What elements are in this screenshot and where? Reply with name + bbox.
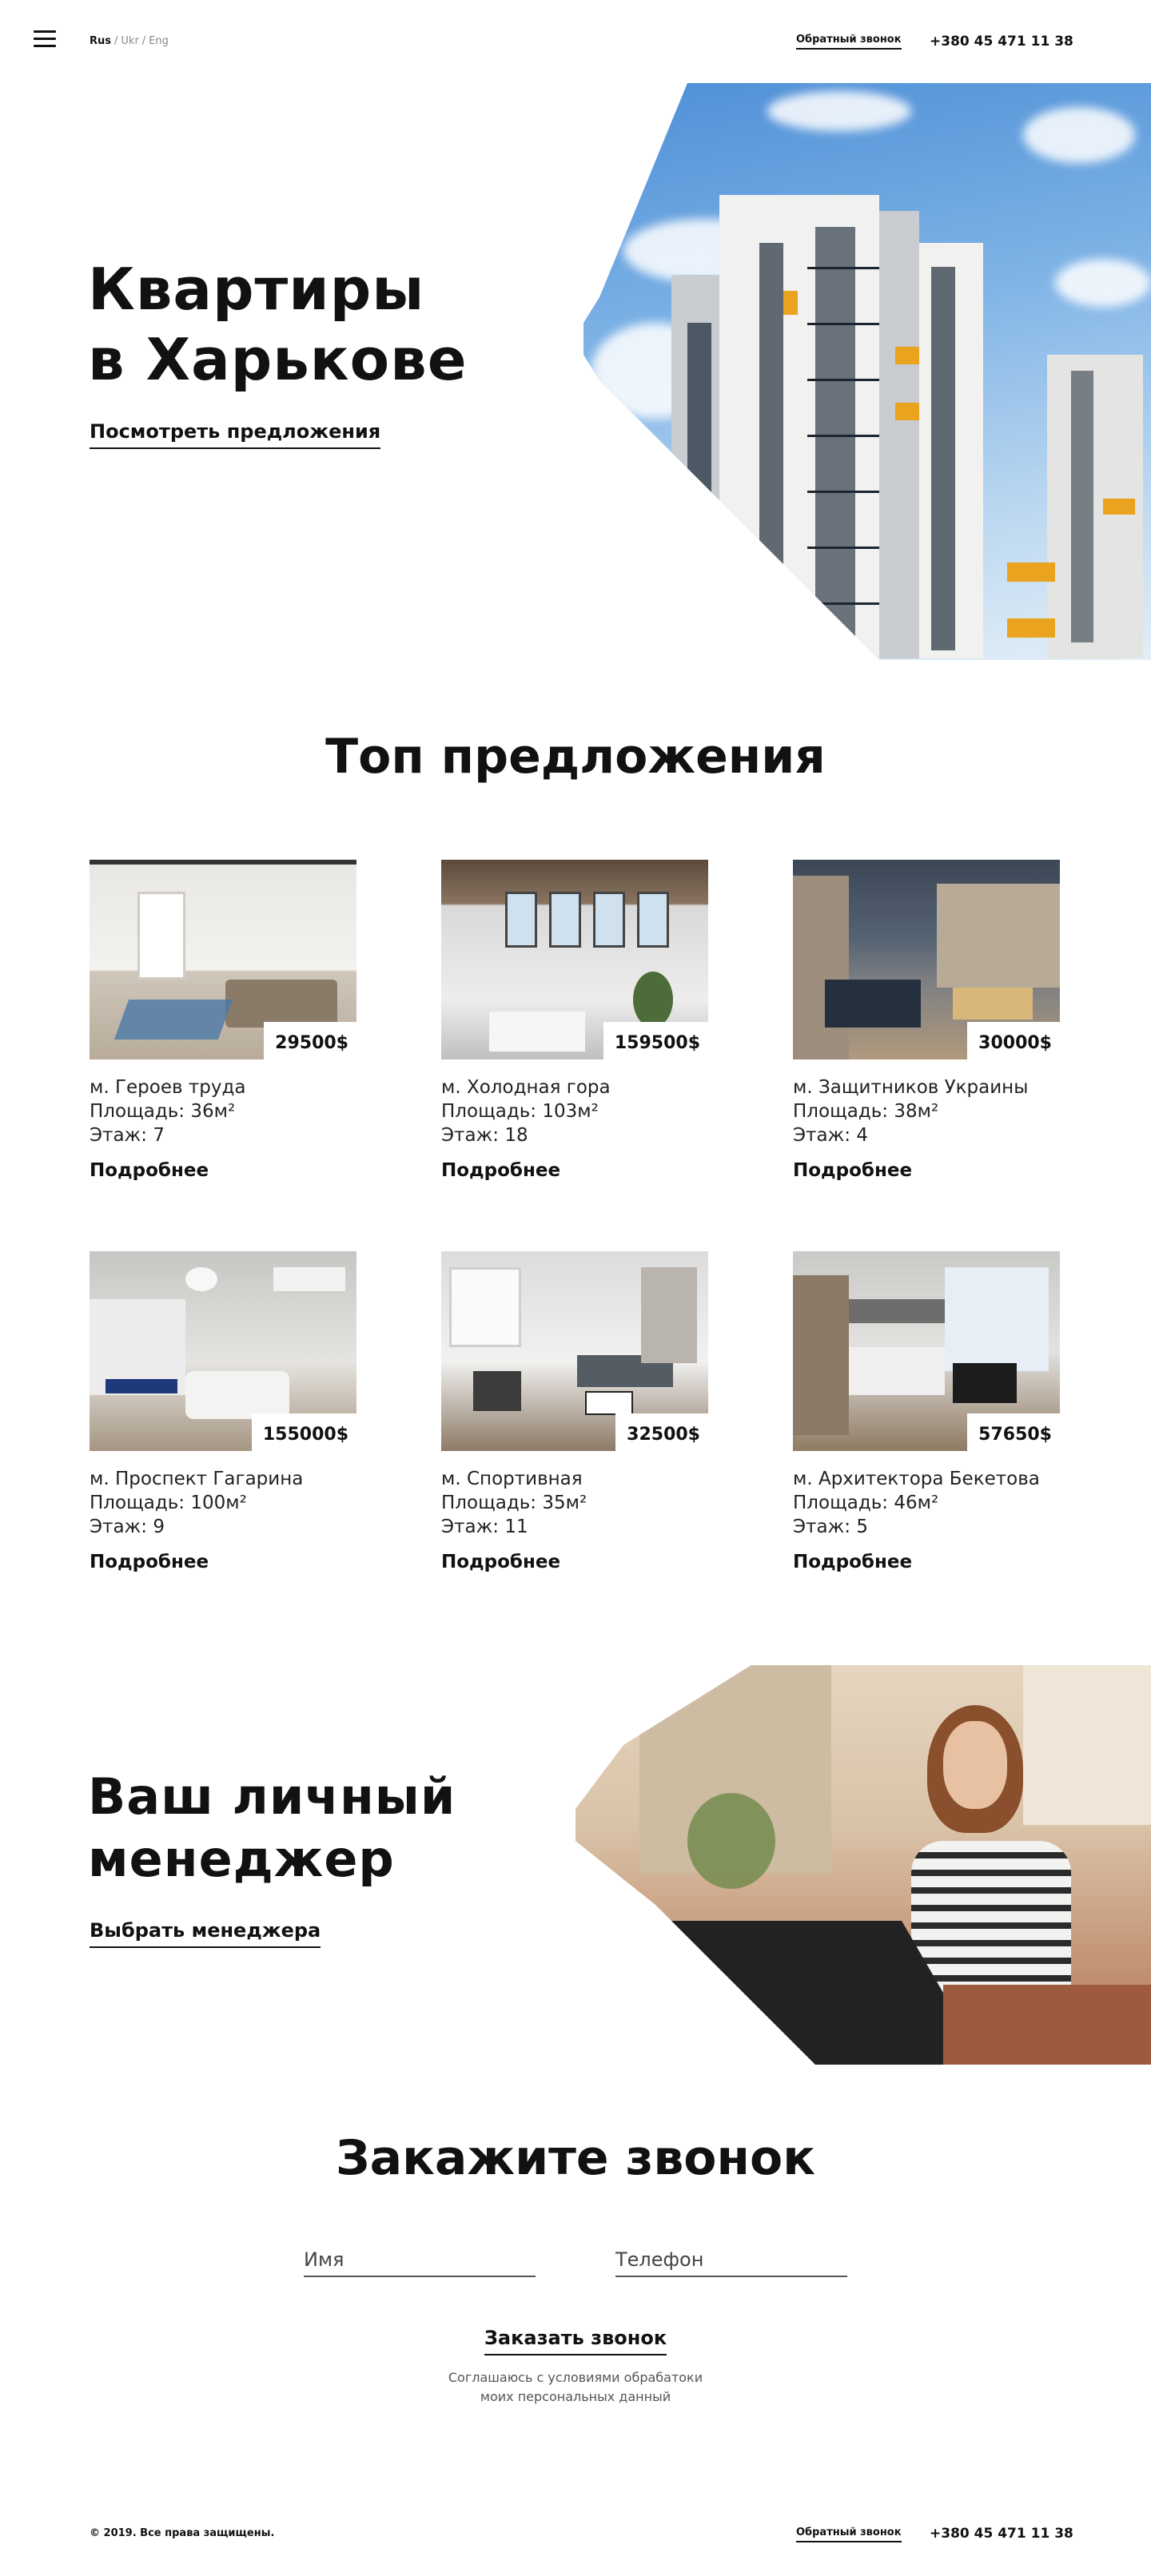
offer-metro: м. Архитектора Бекетова	[793, 1469, 1040, 1489]
offer-photo[interactable]: 159500$	[441, 860, 708, 1059]
offer-area: Площадь: 100м²	[90, 1493, 247, 1513]
offer-photo[interactable]: 29500$	[90, 860, 356, 1059]
offer-more-link[interactable]: Подробнее	[90, 1160, 209, 1181]
offer-more-link[interactable]: Подробнее	[793, 1160, 912, 1181]
consent-line2: моих персональных данный	[480, 2389, 671, 2404]
offer-area: Площадь: 38м²	[793, 1101, 939, 1122]
phone-field	[615, 2248, 847, 2277]
choose-manager-link[interactable]: Выбрать менеджера	[90, 1919, 321, 1948]
offer-floor: Этаж: 9	[90, 1517, 165, 1537]
header-phone[interactable]: +380 45 471 11 38	[930, 34, 1073, 50]
offer-floor: Этаж: 11	[441, 1517, 528, 1537]
hero-title-line1: Квартиры	[88, 256, 425, 323]
offers-title: Топ предложения	[325, 729, 826, 785]
menu-icon[interactable]	[34, 30, 56, 48]
offer-metro: м. Защитников Украины	[793, 1077, 1029, 1098]
consent-text: Соглашаюсь с условиями обрабатоки моих п…	[416, 2368, 735, 2407]
offer-price: 159500$	[603, 1022, 708, 1059]
consent-line1: Соглашаюсь с условиями обрабатоки	[448, 2370, 703, 2385]
offer-more-link[interactable]: Подробнее	[441, 1552, 560, 1572]
offer-floor: Этаж: 18	[441, 1125, 528, 1146]
offer-metro: м. Спортивная	[441, 1469, 583, 1489]
footer-phone[interactable]: +380 45 471 11 38	[930, 2526, 1073, 2542]
offer-photo[interactable]: 155000$	[90, 1251, 356, 1451]
submit-callback-wrapper: Заказать звонок	[0, 2327, 1151, 2355]
lang-ukr[interactable]: Ukr	[121, 35, 138, 47]
hero-title: Квартиры в Харькове	[88, 254, 468, 395]
offer-price: 57650$	[967, 1413, 1060, 1451]
offer-price: 155000$	[251, 1413, 356, 1451]
offer-card: 57650$ м. Архитектора Бекетова Площадь: …	[793, 1251, 1060, 1572]
offer-metro: м. Героев труда	[90, 1077, 246, 1098]
hero-building-image	[583, 83, 1151, 660]
offer-card: 159500$ м. Холодная гора Площадь: 103м² …	[441, 860, 708, 1181]
header-callback-link[interactable]: Обратный звонок	[796, 34, 902, 50]
offer-more-link[interactable]: Подробнее	[90, 1552, 209, 1572]
manager-title-line2: менеджер	[88, 1830, 395, 1888]
offer-card: 29500$ м. Героев труда Площадь: 36м² Эта…	[90, 860, 356, 1181]
offer-price: 32500$	[615, 1413, 708, 1451]
offer-card: 30000$ м. Защитников Украины Площадь: 38…	[793, 860, 1060, 1181]
lang-separator: /	[141, 35, 146, 47]
offer-area: Площадь: 35м²	[441, 1493, 587, 1513]
offer-metro: м. Холодная гора	[441, 1077, 611, 1098]
offer-floor: Этаж: 4	[793, 1125, 868, 1146]
language-switcher: Rus / Ukr / Eng	[90, 35, 169, 47]
offer-metro: м. Проспект Гагарина	[90, 1469, 304, 1489]
manager-title: Ваш личный менеджер	[88, 1766, 456, 1890]
manager-title-line1: Ваш личный	[88, 1767, 456, 1826]
lang-eng[interactable]: Eng	[149, 35, 169, 47]
name-input[interactable]	[304, 2248, 536, 2271]
offer-floor: Этаж: 5	[793, 1517, 868, 1537]
offer-area: Площадь: 36м²	[90, 1101, 236, 1122]
submit-callback-button[interactable]: Заказать звонок	[484, 2327, 667, 2355]
offer-price: 30000$	[967, 1022, 1060, 1059]
footer-callback-link[interactable]: Обратный звонок	[796, 2526, 902, 2542]
offer-card: 155000$ м. Проспект Гагарина Площадь: 10…	[90, 1251, 356, 1572]
hero-title-line2: в Харькове	[88, 326, 468, 393]
view-offers-link[interactable]: Посмотреть предложения	[90, 420, 381, 449]
offer-photo[interactable]: 57650$	[793, 1251, 1060, 1451]
callback-form-title: Закажите звонок	[336, 2130, 815, 2186]
offer-photo[interactable]: 32500$	[441, 1251, 708, 1451]
lang-separator: /	[114, 35, 118, 47]
offer-area: Площадь: 46м²	[793, 1493, 939, 1513]
copyright: © 2019. Все права защищены.	[90, 2527, 275, 2539]
offer-area: Площадь: 103м²	[441, 1101, 599, 1122]
offer-price: 29500$	[264, 1022, 356, 1059]
manager-photo	[576, 1665, 1151, 2065]
name-field	[304, 2248, 536, 2277]
lang-rus[interactable]: Rus	[90, 35, 111, 47]
offer-more-link[interactable]: Подробнее	[441, 1160, 560, 1181]
offer-floor: Этаж: 7	[90, 1125, 165, 1146]
offer-card: 32500$ м. Спортивная Площадь: 35м² Этаж:…	[441, 1251, 708, 1572]
phone-input[interactable]	[615, 2248, 847, 2271]
offer-more-link[interactable]: Подробнее	[793, 1552, 912, 1572]
offer-photo[interactable]: 30000$	[793, 860, 1060, 1059]
